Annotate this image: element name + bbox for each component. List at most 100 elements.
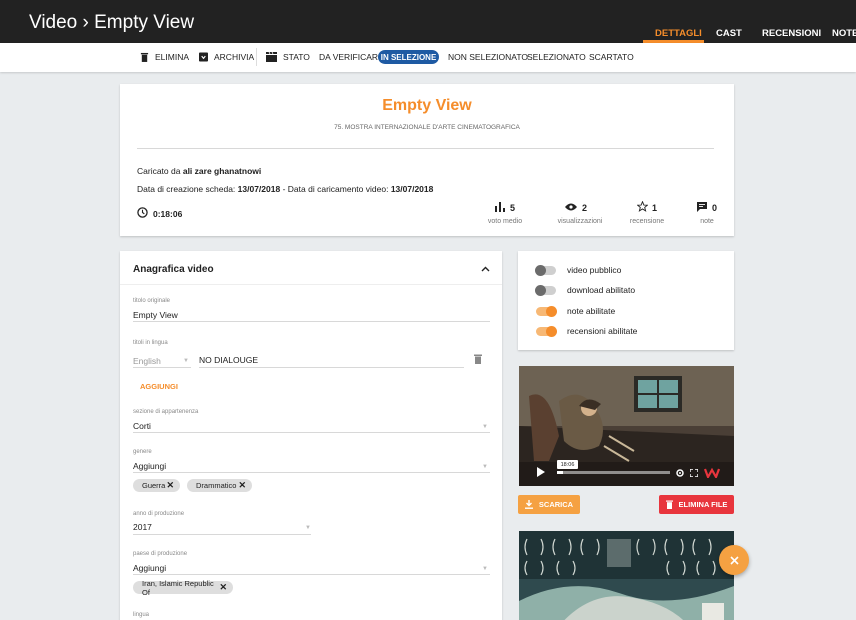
country-input[interactable]: Aggiungi bbox=[133, 563, 166, 573]
archive-label: ARCHIVIA bbox=[214, 52, 255, 62]
star-icon bbox=[637, 201, 648, 212]
play-icon[interactable] bbox=[537, 467, 545, 477]
close-icon bbox=[729, 555, 739, 565]
close-icon[interactable]: ✕ bbox=[238, 480, 246, 491]
section-caret-icon[interactable]: ▼ bbox=[482, 424, 488, 430]
original-title-underline bbox=[133, 321, 490, 322]
original-title-label: titolo originale bbox=[133, 298, 171, 304]
genre-label: genere bbox=[133, 449, 152, 455]
stat-avg-vote-value: 5 bbox=[510, 203, 516, 213]
tab-note[interactable]: NOTE bbox=[832, 28, 856, 39]
stat-reviews-value: 1 bbox=[652, 203, 658, 213]
section-underline bbox=[133, 432, 490, 433]
video-duration: 0:18:06 bbox=[153, 209, 183, 219]
uploaded-by-prefix: Caricato da bbox=[137, 166, 181, 176]
download-label: SCARICA bbox=[538, 500, 574, 509]
status-non-selezionato[interactable]: NON SELEZIONATO bbox=[448, 52, 528, 62]
add-language-title-button[interactable]: AGGIUNGI bbox=[140, 382, 178, 391]
stat-views-value: 2 bbox=[582, 203, 588, 213]
genre-chip-label: Drammatico bbox=[196, 481, 237, 490]
festival-name: 75. MOSTRA INTERNAZIONALE D'ARTE CINEMAT… bbox=[334, 124, 520, 131]
uploaded-by: Caricato da ali zare ghanatnowi bbox=[137, 166, 261, 176]
video-progress-fill bbox=[557, 471, 563, 474]
summary-divider bbox=[137, 148, 714, 149]
page-title: Video › Empty View bbox=[29, 12, 195, 33]
download-button[interactable]: SCARICA bbox=[518, 495, 580, 514]
country-chip-label: Iran, Islamic Republic Of bbox=[142, 578, 214, 597]
genre-input[interactable]: Aggiungi bbox=[133, 461, 166, 471]
video-controls-bar bbox=[519, 462, 734, 486]
created-date: 13/07/2018 bbox=[237, 184, 281, 194]
section-label: sezione di appartenenza bbox=[133, 409, 199, 415]
chevron-up-icon[interactable] bbox=[481, 266, 490, 272]
status-selezionato[interactable]: SELEZIONATO bbox=[527, 52, 586, 62]
stat-notes-value: 0 bbox=[712, 203, 718, 213]
video-progress-bar[interactable] bbox=[557, 471, 670, 474]
toggle-switch[interactable] bbox=[536, 326, 557, 337]
close-icon[interactable]: ✕ bbox=[166, 480, 174, 491]
genre-chip: Guerra ✕ bbox=[133, 479, 180, 492]
language-select-underline bbox=[133, 367, 191, 368]
delete-file-button[interactable]: ELIMINA FILE bbox=[659, 495, 734, 514]
stat-notes-label: note bbox=[700, 218, 714, 225]
trash-icon bbox=[140, 52, 149, 62]
language-select[interactable]: English bbox=[133, 356, 161, 366]
heading-divider bbox=[120, 284, 502, 285]
toggle-switch[interactable] bbox=[535, 265, 556, 276]
toolbar-divider bbox=[256, 48, 257, 66]
country-caret-icon[interactable]: ▼ bbox=[482, 566, 488, 572]
upload-label: Data di caricamento video: bbox=[287, 184, 389, 194]
stat-avg-vote-label: voto medio bbox=[487, 218, 523, 225]
genre-caret-icon[interactable]: ▼ bbox=[482, 464, 488, 470]
clock-icon bbox=[137, 207, 148, 218]
clapperboard-icon bbox=[266, 52, 277, 62]
toggle-label-notes: note abilitate bbox=[567, 306, 616, 316]
toggle-knob bbox=[535, 265, 546, 276]
video-title: Empty View bbox=[382, 97, 472, 114]
toggle-switch[interactable] bbox=[536, 306, 557, 317]
tab-cast[interactable]: CAST bbox=[716, 28, 742, 39]
tab-recensioni[interactable]: RECENSIONI bbox=[762, 28, 821, 39]
country-label: paese di produzione bbox=[133, 551, 188, 557]
year-caret-icon[interactable]: ▼ bbox=[305, 525, 311, 531]
toggle-switch[interactable] bbox=[535, 285, 556, 296]
status-button[interactable]: STATO bbox=[266, 52, 310, 62]
language-title-input[interactable]: NO DIALOUGE bbox=[199, 355, 258, 365]
dates-line: Data di creazione scheda: 13/07/2018 - D… bbox=[137, 184, 433, 194]
close-fab-button[interactable] bbox=[719, 545, 749, 575]
trash-icon[interactable] bbox=[474, 354, 482, 364]
dates-separator: - bbox=[282, 184, 286, 194]
year-input[interactable]: 2017 bbox=[133, 522, 152, 532]
download-icon bbox=[524, 500, 533, 509]
video-timestamp: 18:06 bbox=[557, 460, 578, 469]
genre-underline bbox=[133, 472, 490, 473]
section-select[interactable]: Corti bbox=[133, 421, 151, 431]
gear-icon[interactable] bbox=[676, 469, 684, 477]
original-title-input[interactable]: Empty View bbox=[133, 310, 178, 320]
poster-illustration bbox=[519, 531, 734, 620]
video-details-heading: Anagrafica video bbox=[133, 264, 214, 275]
stat-reviews-label: recensione bbox=[629, 218, 665, 225]
stat-views-label: visualizzazioni bbox=[557, 218, 603, 225]
delete-button[interactable]: ELIMINA bbox=[140, 52, 189, 62]
status-scartato[interactable]: SCARTATO bbox=[589, 52, 634, 62]
genre-chip: Drammatico ✕ bbox=[187, 479, 252, 492]
country-chip: Iran, Islamic Republic Of ✕ bbox=[133, 578, 233, 597]
toggle-label-public: video pubblico bbox=[567, 265, 622, 275]
toggle-knob bbox=[546, 306, 557, 317]
comment-icon bbox=[697, 202, 707, 212]
upload-date: 13/07/2018 bbox=[390, 184, 434, 194]
archive-button[interactable]: ARCHIVIA bbox=[199, 52, 254, 62]
language-select-caret-icon[interactable]: ▼ bbox=[183, 358, 189, 364]
eye-icon bbox=[565, 203, 577, 211]
delete-label: ELIMINA bbox=[155, 52, 190, 62]
tab-dettagli[interactable]: DETTAGLI bbox=[655, 28, 702, 39]
status-da-verificare[interactable]: DA VERIFICARE bbox=[319, 52, 384, 62]
close-icon[interactable]: ✕ bbox=[219, 582, 227, 593]
bar-chart-icon bbox=[495, 202, 505, 212]
toggle-knob bbox=[546, 326, 557, 337]
language-titles-label: titoli in lingua bbox=[133, 340, 168, 346]
fullscreen-icon[interactable] bbox=[690, 469, 698, 477]
status-in-selezione[interactable]: IN SELEZIONE bbox=[378, 50, 439, 64]
year-underline bbox=[133, 534, 311, 535]
